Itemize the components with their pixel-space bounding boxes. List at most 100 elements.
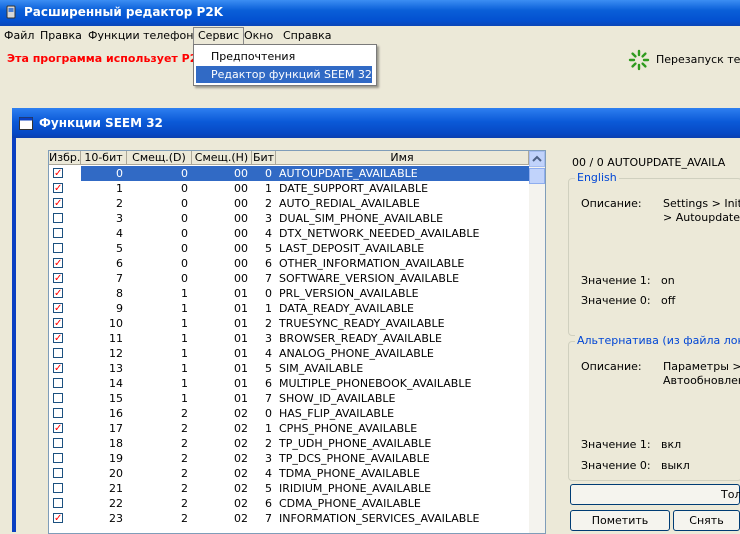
favorite-checkbox[interactable] (53, 301, 63, 316)
menu-item-preferences[interactable]: Предпочтения (196, 48, 372, 65)
table-row[interactable]: 70007SOFTWARE_VERSION_AVAILABLE (49, 271, 529, 286)
table-row[interactable]: 21 2 02 5 IRIDIUM_PHONE_AVAILABLE (49, 481, 529, 496)
cell-name: SIM_AVAILABLE (279, 362, 364, 375)
scroll-up-button[interactable] (529, 151, 545, 167)
cell-bit10: 19 (109, 452, 123, 465)
menu-file[interactable]: Файл (0, 28, 38, 43)
favorite-checkbox[interactable] (53, 408, 63, 418)
cell-bit10: 7 (116, 272, 123, 285)
cell-bit10: 3 (116, 212, 123, 225)
table-row[interactable]: 8 1 01 0 PRL_VERSION_AVAILABLE (49, 286, 529, 301)
table-row[interactable]: 5 0 00 5 LAST_DEPOSIT_AVAILABLE (49, 241, 529, 256)
favorite-checkbox[interactable] (53, 361, 63, 376)
table-row[interactable]: 00000AUTOUPDATE_AVAILABLE (49, 166, 529, 181)
cell-offset-hex: 02 (234, 437, 248, 450)
cell-favorite (49, 421, 81, 436)
favorite-checkbox[interactable] (53, 271, 63, 286)
cell-bit: 6 (265, 257, 272, 270)
alternative-group: Альтернатива (из файла лок Описание: Пар… (568, 334, 740, 481)
favorite-checkbox[interactable] (53, 316, 63, 331)
col-header-bit10[interactable]: 10-бит (81, 151, 127, 165)
col-header-bit[interactable]: Бит (252, 151, 276, 165)
cell-bit10: 11 (109, 332, 123, 345)
cell-offset-dec: 1 (181, 347, 188, 360)
main-title-bar[interactable]: Расширенный редактор P2K (0, 0, 740, 26)
cell-offset-hex: 02 (234, 422, 248, 435)
dialog-title-bar[interactable]: Функции SEEM 32 (12, 108, 740, 138)
favorite-checkbox[interactable] (53, 483, 63, 493)
menu-help[interactable]: Справка (279, 28, 335, 43)
cell-bit: 2 (265, 317, 272, 330)
cell-offset-hex: 00 (192, 166, 252, 181)
table-row[interactable]: 23 2 02 7 INFORMATION_SERVICES_AVAILABLE (49, 511, 529, 526)
cell-bit: 2 (265, 437, 272, 450)
favorite-checkbox[interactable] (53, 421, 63, 436)
favorite-checkbox[interactable] (53, 393, 63, 403)
col-header-offh[interactable]: Смещ.(H) (192, 151, 252, 165)
favorite-checkbox[interactable] (53, 438, 63, 448)
cell-offset-hex: 01 (234, 392, 248, 405)
cell-offset-hex: 00 (234, 257, 248, 270)
table-row[interactable]: 16 2 02 0 HAS_FLIP_AVAILABLE (49, 406, 529, 421)
table-row[interactable]: 13 1 01 5 SIM_AVAILABLE (49, 361, 529, 376)
table-row[interactable]: 3 0 00 3 DUAL_SIM_PHONE_AVAILABLE (49, 211, 529, 226)
unmark-button[interactable]: Снять (673, 510, 740, 531)
functions-table: Избр. 10-бит Смещ.(D) Смещ.(H) Бит Имя 0… (48, 150, 546, 534)
cell-bit: 5 (265, 482, 272, 495)
menu-window[interactable]: Окно (240, 28, 277, 43)
cell-favorite (49, 166, 81, 181)
col-header-name[interactable]: Имя (276, 151, 529, 165)
table-row[interactable]: 14 1 01 6 MULTIPLE_PHONEBOOK_AVAILABLE (49, 376, 529, 391)
vertical-scrollbar[interactable] (529, 151, 545, 533)
favorite-checkbox[interactable] (53, 286, 63, 301)
table-row[interactable]: 12 1 01 4 ANALOG_PHONE_AVAILABLE (49, 346, 529, 361)
favorite-checkbox[interactable] (53, 243, 63, 253)
alt-desc-line2: Автообновлен (663, 374, 740, 387)
favorite-checkbox[interactable] (53, 378, 63, 388)
cell-offset-dec: 0 (181, 182, 188, 195)
table-row[interactable]: 18 2 02 2 TP_UDH_PHONE_AVAILABLE (49, 436, 529, 451)
scroll-thumb[interactable] (529, 168, 545, 184)
app-title: Расширенный редактор P2K (24, 5, 223, 19)
table-row[interactable]: 9 1 01 1 DATA_READY_AVAILABLE (49, 301, 529, 316)
favorite-checkbox[interactable] (53, 498, 63, 508)
cell-offset-dec: 1 (181, 392, 188, 405)
menu-edit[interactable]: Правка (36, 28, 86, 43)
table-row[interactable]: 17 2 02 1 CPHS_PHONE_AVAILABLE (49, 421, 529, 436)
table-row[interactable]: 22 2 02 6 CDMA_PHONE_AVAILABLE (49, 496, 529, 511)
menu-phone-functions[interactable]: Функции телефона (84, 28, 204, 43)
cell-offset-hex: 00 (234, 272, 248, 285)
cell-favorite (49, 511, 81, 526)
table-row[interactable]: 10 1 01 2 TRUESYNC_READY_AVAILABLE (49, 316, 529, 331)
table-row[interactable]: 20002AUTO_REDIAL_AVAILABLE (49, 196, 529, 211)
table-row[interactable]: 20 2 02 4 TDMA_PHONE_AVAILABLE (49, 466, 529, 481)
top-button[interactable]: Тол (570, 484, 740, 505)
table-row[interactable]: 19 2 02 3 TP_DCS_PHONE_AVAILABLE (49, 451, 529, 466)
favorite-checkbox[interactable] (53, 181, 63, 196)
table-row[interactable]: 4 0 00 4 DTX_NETWORK_NEEDED_AVAILABLE (49, 226, 529, 241)
favorite-checkbox[interactable] (53, 228, 63, 238)
favorite-checkbox[interactable] (53, 196, 63, 211)
table-row[interactable]: 15 1 01 7 SHOW_ID_AVAILABLE (49, 391, 529, 406)
table-row[interactable]: 60006OTHER_INFORMATION_AVAILABLE (49, 256, 529, 271)
col-header-fav[interactable]: Избр. (49, 151, 81, 165)
english-v0-value: off (661, 294, 676, 307)
favorite-checkbox[interactable] (53, 256, 63, 271)
menu-service[interactable]: Сервис (193, 27, 245, 45)
col-header-offd[interactable]: Смещ.(D) (127, 151, 192, 165)
favorite-checkbox[interactable] (53, 468, 63, 478)
favorite-checkbox[interactable] (53, 348, 63, 358)
cell-offset-dec: 1 (181, 332, 188, 345)
favorite-checkbox[interactable] (53, 166, 63, 181)
cell-bit: 0 (265, 407, 272, 420)
favorite-checkbox[interactable] (53, 331, 63, 346)
favorite-checkbox[interactable] (53, 213, 63, 223)
mark-button[interactable]: Пометить (570, 510, 670, 531)
table-row[interactable]: 10001DATE_SUPPORT_AVAILABLE (49, 181, 529, 196)
favorite-checkbox[interactable] (53, 453, 63, 463)
cell-offset-hex: 02 (234, 497, 248, 510)
favorite-checkbox[interactable] (53, 511, 63, 526)
cell-offset-hex: 02 (234, 407, 248, 420)
table-row[interactable]: 111013BROWSER_READY_AVAILABLE (49, 331, 529, 346)
menu-item-seem-editor[interactable]: Редактор функций SEEM 32 (196, 66, 372, 83)
